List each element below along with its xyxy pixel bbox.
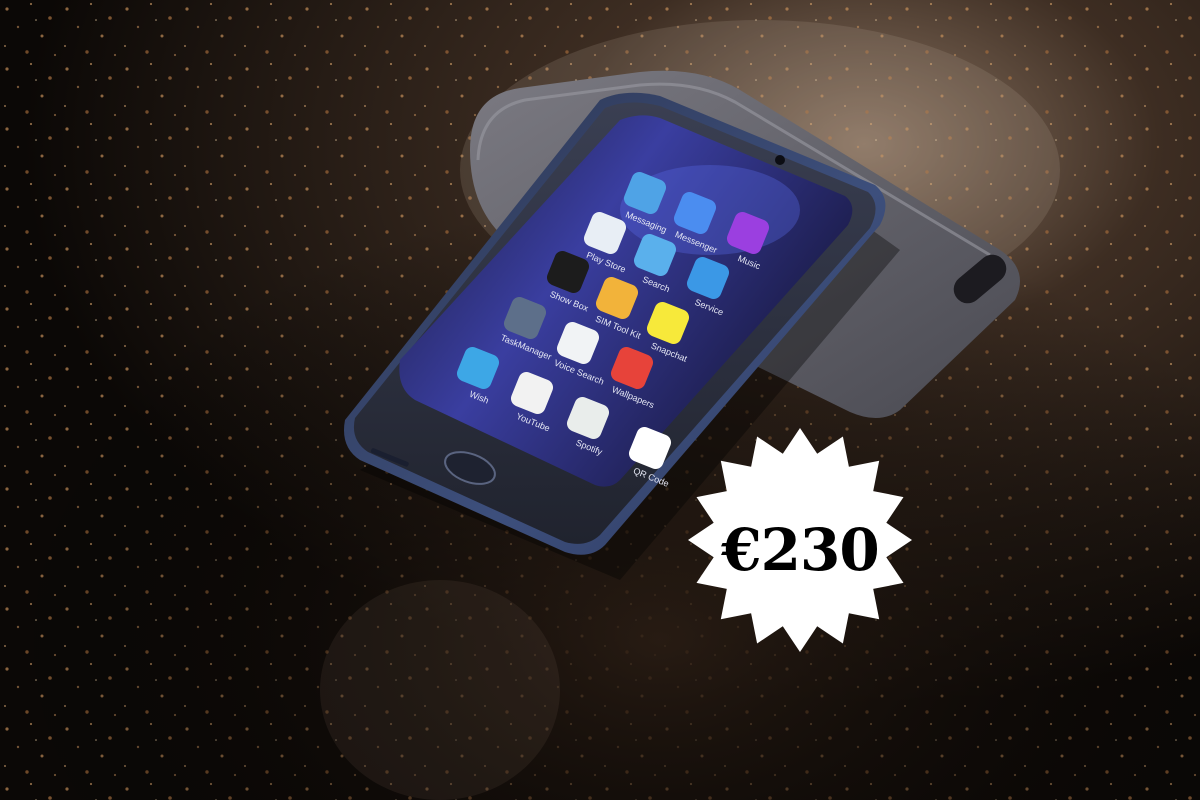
price-badge bbox=[688, 428, 912, 652]
starburst-shape bbox=[688, 428, 912, 652]
product-photo: MessagingMessengerMusicPlay StoreSearchS… bbox=[0, 0, 1200, 800]
front-camera bbox=[775, 155, 785, 165]
light-reflection bbox=[320, 580, 560, 800]
